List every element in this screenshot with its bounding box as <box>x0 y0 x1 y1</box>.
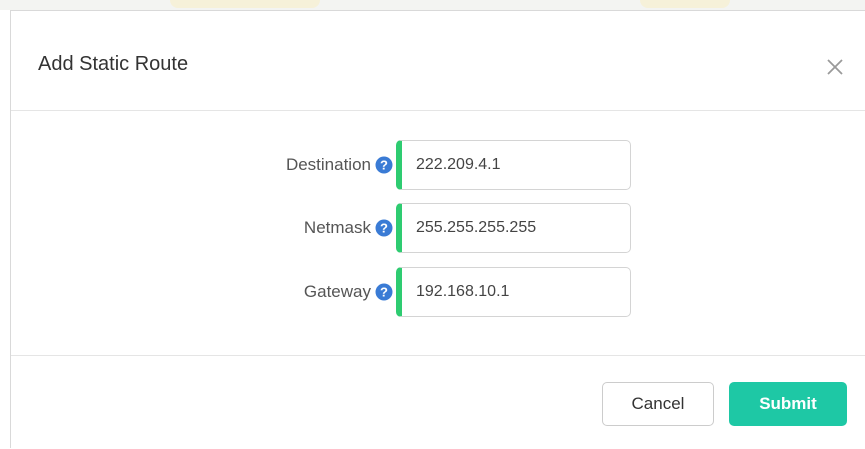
add-static-route-dialog: Add Static Route Destination ? Netmask <box>10 10 865 448</box>
close-icon[interactable] <box>823 55 847 79</box>
svg-text:?: ? <box>380 285 388 300</box>
netmask-row: Netmask ? <box>11 203 865 253</box>
destination-input[interactable] <box>396 140 631 190</box>
netmask-input[interactable] <box>396 203 631 253</box>
svg-text:?: ? <box>380 158 388 173</box>
dialog-footer: Cancel Submit <box>11 355 865 449</box>
question-circle-icon[interactable]: ? <box>375 219 393 237</box>
gateway-label: Gateway <box>303 282 371 301</box>
dialog-header: Add Static Route <box>11 11 865 111</box>
svg-text:?: ? <box>380 221 388 236</box>
backdrop-decoration <box>640 0 730 8</box>
dialog-body: Destination ? Netmask ? Gateway <box>11 111 865 355</box>
submit-button[interactable]: Submit <box>729 382 847 426</box>
question-circle-icon[interactable]: ? <box>375 156 393 174</box>
question-circle-icon[interactable]: ? <box>375 283 393 301</box>
cancel-button[interactable]: Cancel <box>602 382 714 426</box>
destination-label: Destination <box>285 155 371 174</box>
gateway-input[interactable] <box>396 267 631 317</box>
dialog-title: Add Static Route <box>38 53 189 75</box>
page-backdrop <box>0 0 865 10</box>
netmask-label: Netmask <box>303 218 371 237</box>
destination-row: Destination ? <box>11 140 865 190</box>
backdrop-decoration <box>170 0 320 8</box>
gateway-row: Gateway ? <box>11 267 865 317</box>
